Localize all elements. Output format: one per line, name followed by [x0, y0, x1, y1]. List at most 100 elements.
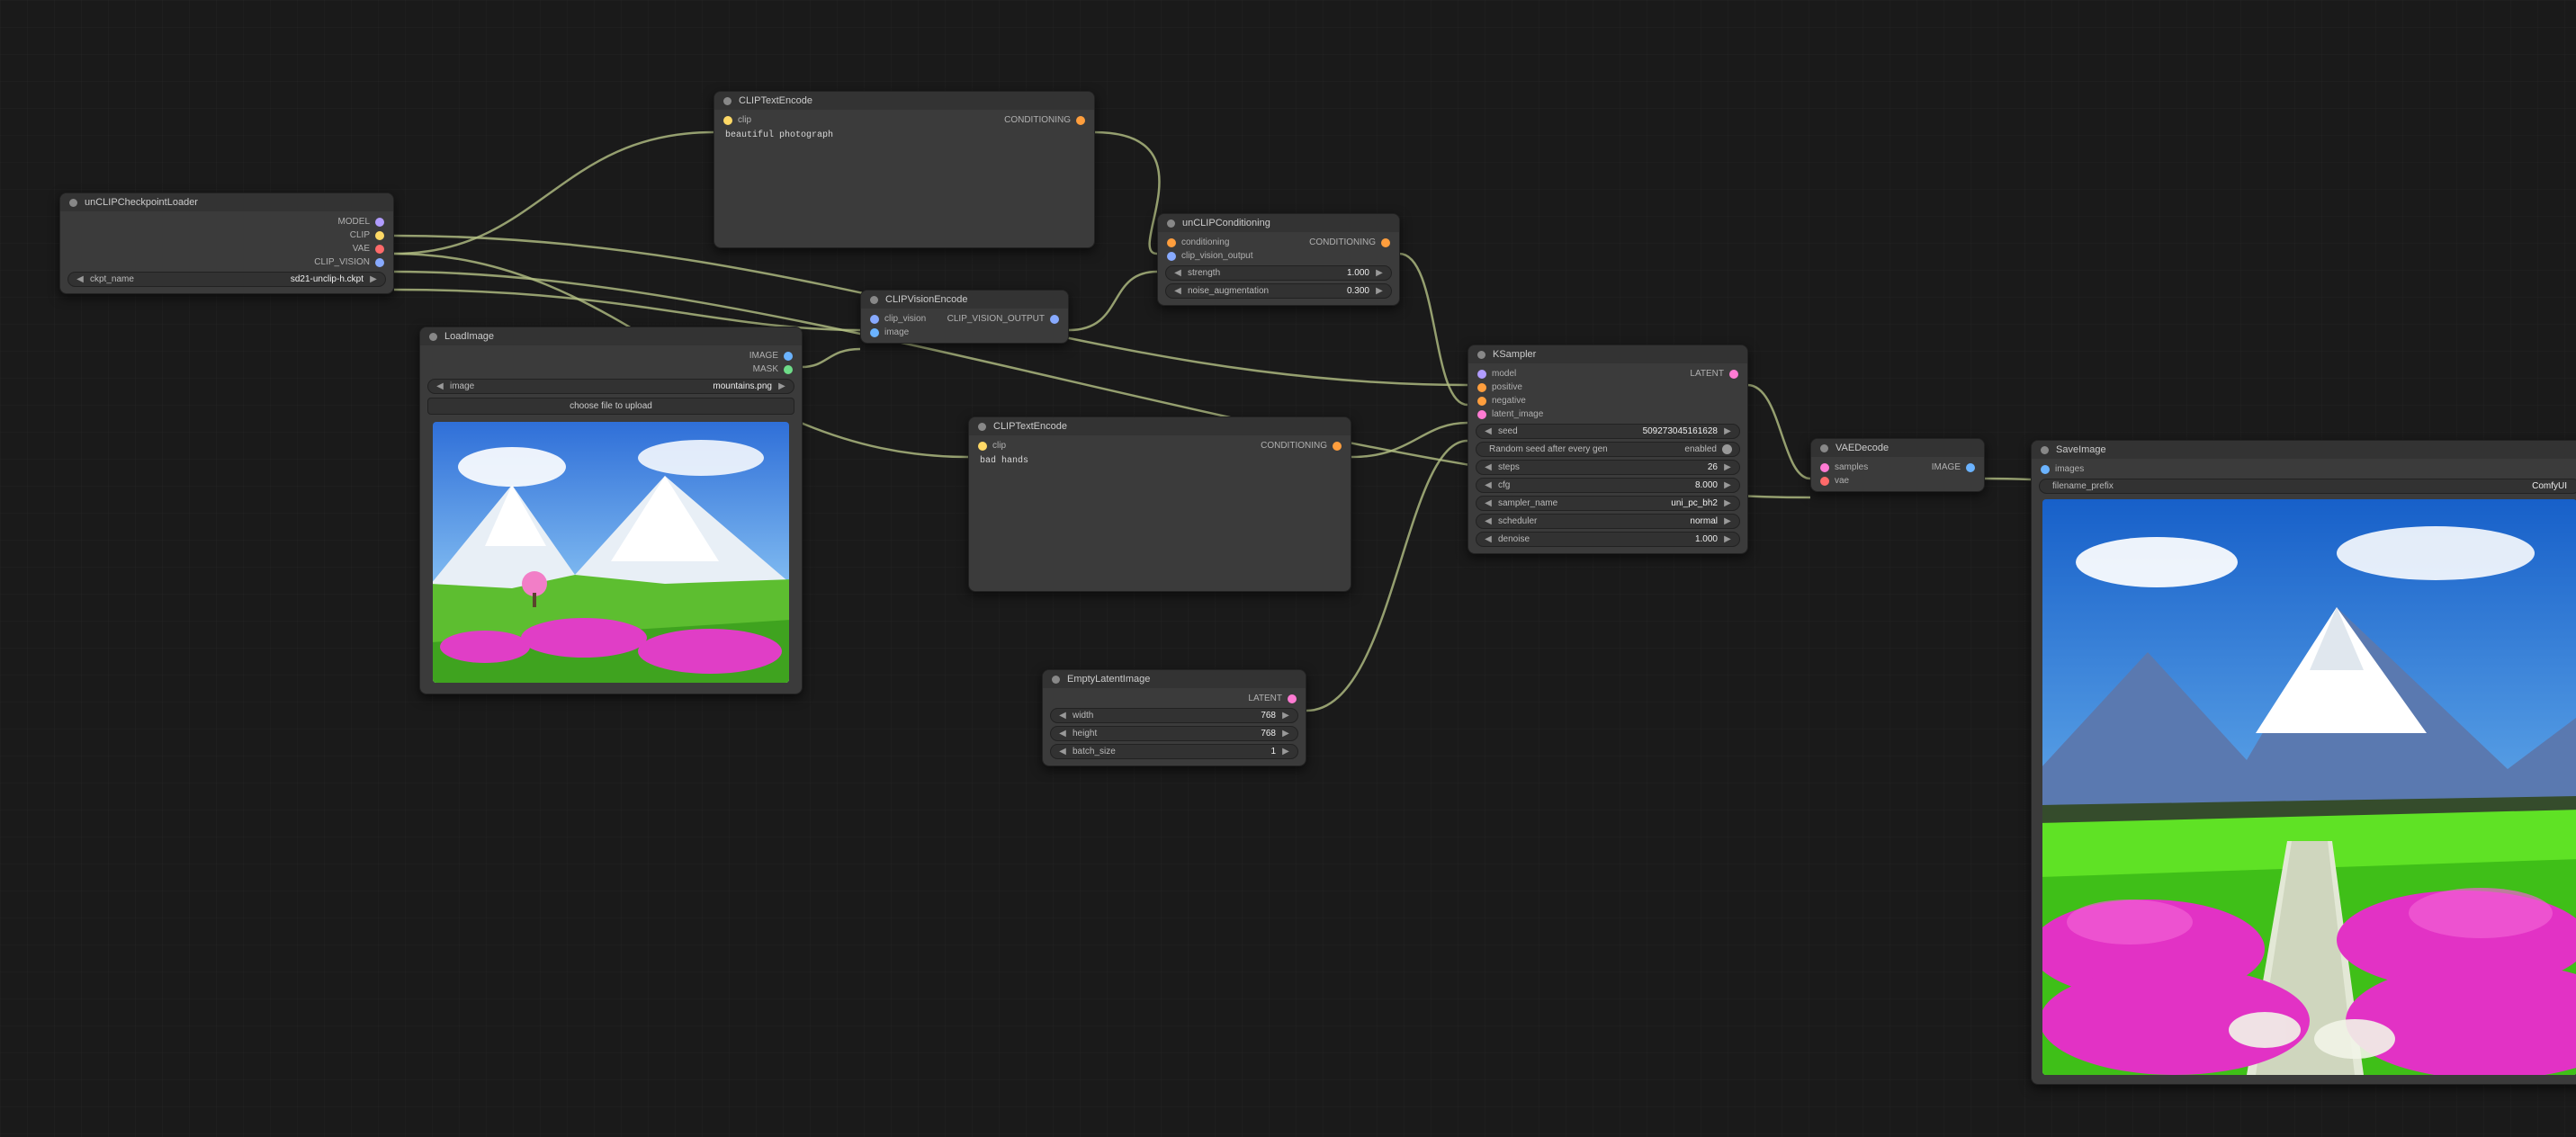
- node-titlebar[interactable]: unCLIPCheckpointLoader: [60, 193, 393, 211]
- seed-control[interactable]: ◀ seed 509273045161628 ▶: [1476, 424, 1740, 439]
- collapse-icon[interactable]: [723, 97, 732, 105]
- node-clip-text-encode-negative[interactable]: CLIPTextEncode clip CONDITIONING bad han…: [968, 416, 1351, 592]
- next-icon[interactable]: ▶: [369, 274, 378, 284]
- input-vae[interactable]: vae: [1820, 476, 1849, 486]
- node-unclip-checkpoint-loader[interactable]: unCLIPCheckpointLoader MODEL CLIP VAE CL…: [59, 192, 394, 294]
- collapse-icon[interactable]: [1052, 676, 1060, 684]
- node-save-image[interactable]: SaveImage images filename_prefix ComfyUI: [2031, 440, 2576, 1085]
- image-selector[interactable]: ◀ image mountains.png ▶: [427, 379, 794, 394]
- node-titlebar[interactable]: EmptyLatentImage: [1043, 670, 1306, 688]
- output-model[interactable]: MODEL: [337, 217, 384, 227]
- node-vae-decode[interactable]: VAEDecode samples IMAGE vae: [1810, 438, 1985, 492]
- input-clip[interactable]: clip: [978, 441, 1006, 451]
- filename-prefix-control[interactable]: filename_prefix ComfyUI: [2039, 479, 2576, 494]
- prev-icon[interactable]: ◀: [1484, 516, 1493, 526]
- collapse-icon[interactable]: [429, 333, 437, 341]
- prev-icon[interactable]: ◀: [1058, 729, 1067, 739]
- prev-icon[interactable]: ◀: [76, 274, 85, 284]
- collapse-icon[interactable]: [1167, 219, 1175, 228]
- next-icon[interactable]: ▶: [1723, 480, 1732, 490]
- output-image[interactable]: IMAGE: [749, 351, 793, 361]
- random-seed-toggle[interactable]: Random seed after every gen enabled: [1476, 442, 1740, 457]
- node-ksampler[interactable]: KSampler model LATENT positive negative …: [1468, 345, 1748, 554]
- collapse-icon[interactable]: [870, 296, 878, 304]
- output-latent[interactable]: LATENT: [1690, 369, 1738, 379]
- node-titlebar[interactable]: KSampler: [1468, 345, 1747, 363]
- input-negative[interactable]: negative: [1477, 396, 1526, 406]
- width-control[interactable]: ◀ width 768 ▶: [1050, 708, 1298, 723]
- node-titlebar[interactable]: LoadImage: [420, 327, 802, 345]
- node-titlebar[interactable]: CLIPVisionEncode: [861, 291, 1068, 309]
- next-icon[interactable]: ▶: [777, 381, 786, 391]
- node-unclip-conditioning[interactable]: unCLIPConditioning conditioning CONDITIO…: [1157, 213, 1400, 306]
- node-titlebar[interactable]: CLIPTextEncode: [969, 417, 1351, 435]
- input-positive[interactable]: positive: [1477, 382, 1522, 392]
- scheduler-control[interactable]: ◀ scheduler normal ▶: [1476, 514, 1740, 529]
- prev-icon[interactable]: ◀: [1484, 498, 1493, 508]
- strength-control[interactable]: ◀ strength 1.000 ▶: [1165, 265, 1392, 281]
- next-icon[interactable]: ▶: [1723, 426, 1732, 436]
- denoise-control[interactable]: ◀ denoise 1.000 ▶: [1476, 532, 1740, 547]
- input-clip[interactable]: clip: [723, 115, 751, 125]
- cfg-control[interactable]: ◀ cfg 8.000 ▶: [1476, 478, 1740, 493]
- input-clip-vision[interactable]: clip_vision: [870, 314, 926, 324]
- output-latent[interactable]: LATENT: [1248, 694, 1297, 703]
- node-titlebar[interactable]: SaveImage: [2032, 441, 2576, 459]
- node-clip-text-encode-positive[interactable]: CLIPTextEncode clip CONDITIONING beautif…: [714, 91, 1095, 248]
- ckpt-name-selector[interactable]: ◀ ckpt_name sd21-unclip-h.ckpt ▶: [67, 272, 386, 287]
- output-conditioning[interactable]: CONDITIONING: [1004, 115, 1085, 125]
- next-icon[interactable]: ▶: [1281, 711, 1290, 721]
- prev-icon[interactable]: ◀: [1173, 286, 1182, 296]
- sampler-name-control[interactable]: ◀ sampler_name uni_pc_bh2 ▶: [1476, 496, 1740, 511]
- input-clip-vision-output[interactable]: clip_vision_output: [1167, 251, 1253, 261]
- output-mask[interactable]: MASK: [753, 364, 793, 374]
- next-icon[interactable]: ▶: [1723, 534, 1732, 544]
- steps-control[interactable]: ◀ steps 26 ▶: [1476, 460, 1740, 475]
- input-samples[interactable]: samples: [1820, 462, 1868, 472]
- output-conditioning[interactable]: CONDITIONING: [1261, 441, 1342, 451]
- collapse-icon[interactable]: [1477, 351, 1485, 359]
- prev-icon[interactable]: ◀: [435, 381, 444, 391]
- next-icon[interactable]: ▶: [1723, 516, 1732, 526]
- node-clip-vision-encode[interactable]: CLIPVisionEncode clip_vision CLIP_VISION…: [860, 290, 1069, 344]
- next-icon[interactable]: ▶: [1375, 286, 1384, 296]
- input-image[interactable]: image: [870, 327, 909, 337]
- noise-augmentation-control[interactable]: ◀ noise_augmentation 0.300 ▶: [1165, 283, 1392, 299]
- next-icon[interactable]: ▶: [1723, 462, 1732, 472]
- output-conditioning[interactable]: CONDITIONING: [1309, 237, 1390, 247]
- output-clip-vision[interactable]: CLIP_VISION: [314, 257, 384, 267]
- next-icon[interactable]: ▶: [1281, 729, 1290, 739]
- prev-icon[interactable]: ◀: [1484, 480, 1493, 490]
- prev-icon[interactable]: ◀: [1173, 268, 1182, 278]
- next-icon[interactable]: ▶: [1281, 747, 1290, 757]
- prompt-text[interactable]: bad hands: [974, 452, 1345, 587]
- input-images[interactable]: images: [2041, 464, 2084, 474]
- node-load-image[interactable]: LoadImage IMAGE MASK ◀ image mountains.p…: [419, 327, 803, 694]
- next-icon[interactable]: ▶: [1723, 498, 1732, 508]
- node-empty-latent-image[interactable]: EmptyLatentImage LATENT ◀ width 768 ▶ ◀ …: [1042, 669, 1306, 766]
- batch-size-control[interactable]: ◀ batch_size 1 ▶: [1050, 744, 1298, 759]
- input-model[interactable]: model: [1477, 369, 1516, 379]
- prev-icon[interactable]: ◀: [1058, 711, 1067, 721]
- prev-icon[interactable]: ◀: [1484, 534, 1493, 544]
- collapse-icon[interactable]: [2041, 446, 2049, 454]
- collapse-icon[interactable]: [69, 199, 77, 207]
- upload-button[interactable]: choose file to upload: [427, 398, 794, 415]
- height-control[interactable]: ◀ height 768 ▶: [1050, 726, 1298, 741]
- output-vae[interactable]: VAE: [353, 244, 384, 254]
- prev-icon[interactable]: ◀: [1058, 747, 1067, 757]
- collapse-icon[interactable]: [978, 423, 986, 431]
- input-conditioning[interactable]: conditioning: [1167, 237, 1229, 247]
- output-clip[interactable]: CLIP: [350, 230, 384, 240]
- node-titlebar[interactable]: CLIPTextEncode: [714, 92, 1094, 110]
- output-clip-vision-output[interactable]: CLIP_VISION_OUTPUT: [947, 314, 1059, 324]
- input-latent-image[interactable]: latent_image: [1477, 409, 1543, 419]
- output-image[interactable]: IMAGE: [1932, 462, 1975, 472]
- collapse-icon[interactable]: [1820, 444, 1828, 452]
- prev-icon[interactable]: ◀: [1484, 462, 1493, 472]
- prev-icon[interactable]: ◀: [1484, 426, 1493, 436]
- prompt-text[interactable]: beautiful photograph: [720, 127, 1089, 244]
- next-icon[interactable]: ▶: [1375, 268, 1384, 278]
- node-titlebar[interactable]: VAEDecode: [1811, 439, 1984, 457]
- node-titlebar[interactable]: unCLIPConditioning: [1158, 214, 1399, 232]
